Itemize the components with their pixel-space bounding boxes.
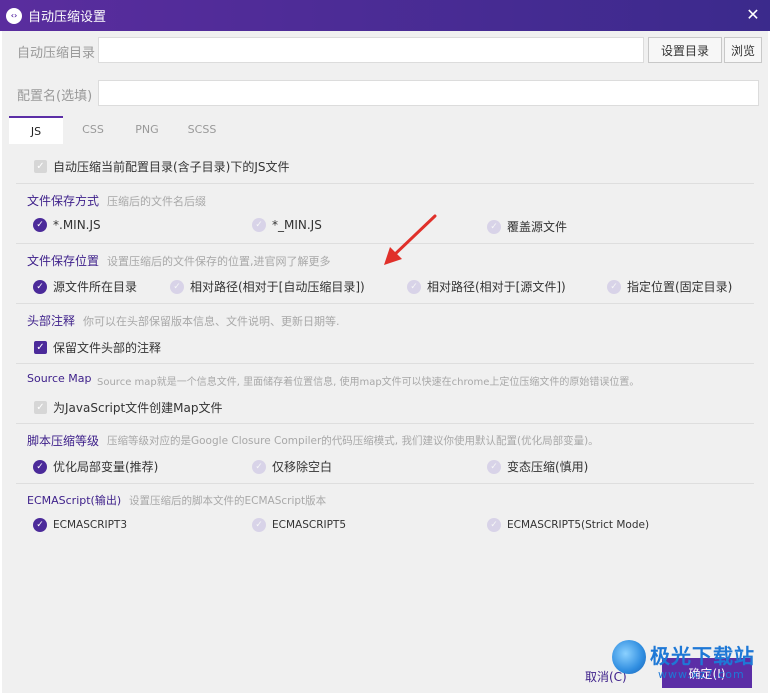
radio-unchecked-icon: ✓ — [252, 459, 266, 474]
save-location-option-relative-auto[interactable]: ✓ 相对路径(相对于[自动压缩目录]) — [170, 278, 365, 295]
compress-level-desc: 压缩等级对应的是Google Closure Compiler的代码压缩模式, … — [107, 435, 599, 447]
header-comment-desc: 你可以在头部保留版本信息、文件说明、更新日期等. — [83, 315, 340, 328]
save-mode-desc: 压缩后的文件名后缀 — [107, 195, 206, 208]
config-name-input[interactable] — [98, 80, 759, 106]
option-label: 相对路径(相对于[自动压缩目录]) — [190, 280, 365, 294]
dir-label: 自动压缩目录 — [17, 46, 96, 61]
compress-level-title: 脚本压缩等级 — [27, 434, 100, 448]
dir-input[interactable] — [98, 37, 644, 63]
watermark: 极光下载站 www.xz7.com — [612, 638, 768, 690]
divider — [16, 183, 754, 184]
radio-unchecked-icon: ✓ — [170, 279, 184, 294]
title-bar: ‹› 自动压缩设置 ✕ — [0, 0, 770, 31]
option-label: *_MIN.JS — [272, 218, 322, 232]
divider — [16, 363, 754, 364]
radio-checked-icon: ✓ — [33, 279, 47, 294]
save-location-desc: 设置压缩后的文件保存的位置,进官网了解更多 — [107, 255, 331, 268]
tab-js[interactable]: JS — [9, 116, 63, 144]
option-label: 相对路径(相对于[源文件]) — [427, 280, 566, 294]
radio-unchecked-icon: ✓ — [252, 218, 266, 232]
radio-checked-icon: ✓ — [33, 518, 47, 532]
radio-unchecked-icon: ✓ — [607, 279, 621, 294]
set-dir-button[interactable]: 设置目录 — [648, 37, 722, 63]
ecmascript-option-es5-strict[interactable]: ✓ ECMASCRIPT5(Strict Mode) — [487, 518, 649, 532]
ecmascript-option-es3[interactable]: ✓ ECMASCRIPT3 — [33, 518, 127, 532]
tab-scss[interactable]: SCSS — [181, 116, 223, 144]
header-comment-title: 头部注释 — [27, 314, 76, 328]
divider — [16, 483, 754, 484]
save-location-title: 文件保存位置 — [27, 254, 100, 268]
app-logo-icon: ‹› — [6, 7, 22, 24]
checkbox-label: 保留文件头部的注释 — [53, 341, 162, 355]
ecmascript-title: ECMAScript(输出) — [27, 494, 122, 507]
option-label: 仅移除空白 — [272, 460, 333, 474]
checkbox-check-icon: ✓ — [34, 160, 47, 173]
tab-bar: JS CSS PNG SCSS — [9, 116, 759, 144]
option-label: ECMASCRIPT3 — [53, 519, 128, 531]
save-mode-option-min-underscore[interactable]: ✓ *_MIN.JS — [252, 218, 322, 232]
window-title: 自动压缩设置 — [28, 10, 107, 25]
option-label: ECMASCRIPT5(Strict Mode) — [507, 519, 650, 531]
dialog-content: 自动压缩目录 设置目录 浏览 配置名(选填) JS CSS PNG SCSS ✓… — [2, 31, 768, 693]
close-icon[interactable]: ✕ — [744, 6, 762, 24]
config-label: 配置名(选填) — [17, 89, 93, 104]
option-label: 指定位置(固定目录) — [627, 280, 733, 294]
save-location-option-relative-source[interactable]: ✓ 相对路径(相对于[源文件]) — [407, 278, 566, 295]
option-label: 优化局部变量(推荐) — [53, 460, 159, 474]
option-label: *.MIN.JS — [53, 218, 101, 232]
checkbox-check-icon: ✓ — [34, 401, 47, 414]
auto-compress-label: 自动压缩当前配置目录(含子目录)下的JS文件 — [53, 160, 290, 174]
tab-css[interactable]: CSS — [73, 116, 113, 144]
watermark-logo-icon — [612, 640, 646, 674]
keep-header-comment-checkbox[interactable]: ✓ 保留文件头部的注释 — [34, 339, 161, 356]
create-map-checkbox[interactable]: ✓ 为JavaScript文件创建Map文件 — [34, 399, 222, 416]
compress-level-option-whitespace[interactable]: ✓ 仅移除空白 — [252, 458, 332, 475]
radio-checked-icon: ✓ — [33, 459, 47, 474]
option-label: 源文件所在目录 — [53, 280, 138, 294]
checkbox-label: 为JavaScript文件创建Map文件 — [53, 401, 223, 415]
ecmascript-desc: 设置压缩后的脚本文件的ECMAScript版本 — [129, 495, 327, 507]
save-mode-option-min-dot[interactable]: ✓ *.MIN.JS — [33, 218, 101, 232]
source-map-title: Source Map — [27, 372, 92, 385]
option-label: ECMASCRIPT5 — [272, 519, 347, 531]
ecmascript-option-es5[interactable]: ✓ ECMASCRIPT5 — [252, 518, 346, 532]
watermark-url: www.xz7.com — [658, 668, 745, 681]
option-label: 覆盖源文件 — [507, 220, 568, 234]
radio-unchecked-icon: ✓ — [487, 518, 501, 532]
browse-button[interactable]: 浏览 — [724, 37, 762, 63]
save-location-option-fixed[interactable]: ✓ 指定位置(固定目录) — [607, 278, 732, 295]
save-location-option-source-dir[interactable]: ✓ 源文件所在目录 — [33, 278, 137, 295]
radio-unchecked-icon: ✓ — [252, 518, 266, 532]
watermark-name: 极光下载站 — [650, 644, 755, 668]
divider — [16, 303, 754, 304]
radio-unchecked-icon: ✓ — [487, 459, 501, 474]
save-mode-title: 文件保存方式 — [27, 194, 100, 208]
compress-level-option-optimize[interactable]: ✓ 优化局部变量(推荐) — [33, 458, 158, 475]
compress-level-option-advanced[interactable]: ✓ 变态压缩(慎用) — [487, 458, 588, 475]
option-label: 变态压缩(慎用) — [507, 460, 589, 474]
divider — [16, 423, 754, 424]
radio-unchecked-icon: ✓ — [407, 279, 421, 294]
source-map-desc: Source map就是一个信息文件, 里面储存着位置信息, 使用map文件可以… — [97, 377, 640, 388]
checkbox-check-icon: ✓ — [34, 341, 47, 354]
auto-compress-checkbox[interactable]: ✓ 自动压缩当前配置目录(含子目录)下的JS文件 — [34, 158, 290, 175]
annotation-arrow-icon — [384, 214, 437, 265]
radio-unchecked-icon: ✓ — [487, 219, 501, 234]
radio-checked-icon: ✓ — [33, 218, 47, 232]
tab-png[interactable]: PNG — [127, 116, 167, 144]
save-mode-option-overwrite[interactable]: ✓ 覆盖源文件 — [487, 218, 567, 235]
